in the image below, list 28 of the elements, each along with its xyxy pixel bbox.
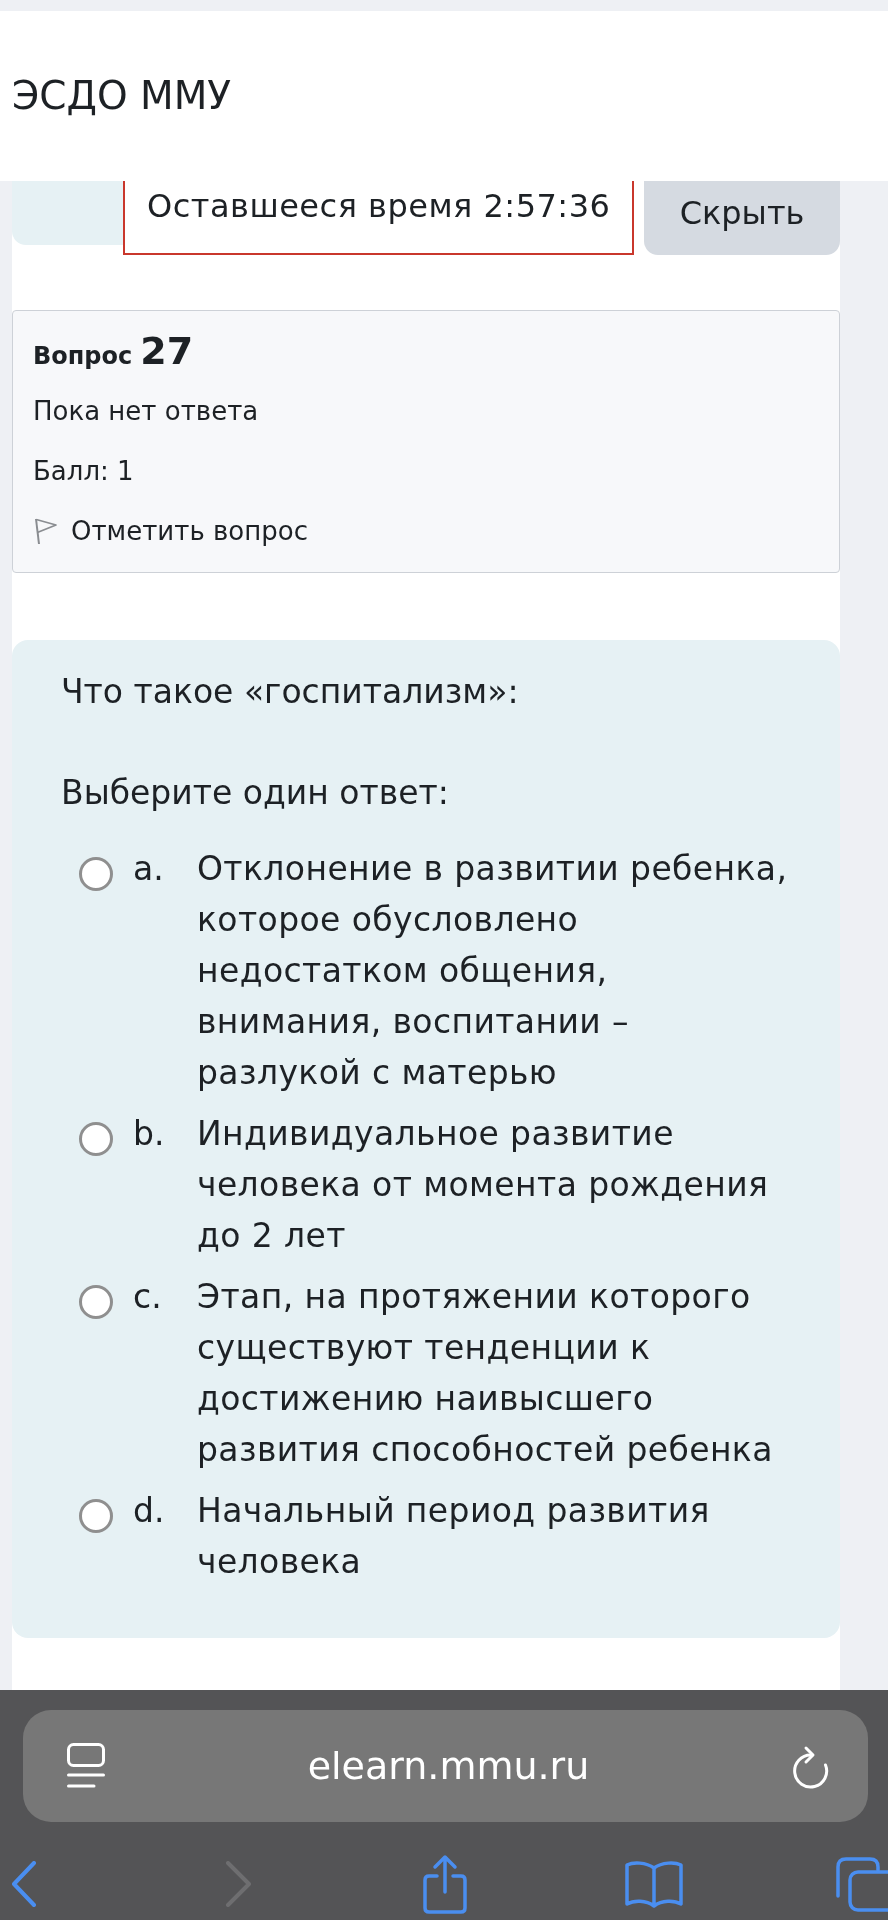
question-number: 27 [140, 328, 194, 375]
answer-option-label[interactable]: Индивидуальное развитие человека от момента рождения до 2 лет [197, 1108, 802, 1261]
answer-prompt: Выберите один ответ: [61, 773, 450, 813]
option-letter: b. [133, 1113, 166, 1155]
option-letter: c. [133, 1276, 163, 1318]
reader-icon[interactable] [67, 1743, 105, 1789]
address-bar[interactable]: elearn.mmu.ru [23, 1710, 868, 1822]
answer-status: Пока нет ответа [33, 396, 259, 426]
answer-option-label[interactable]: Начальный период развития человека [197, 1485, 802, 1587]
radio-button[interactable] [79, 1285, 113, 1319]
tabs-icon[interactable] [834, 1856, 888, 1912]
share-icon[interactable] [420, 1854, 470, 1914]
answer-option-label[interactable]: Отклонение в развитии ребенка, которое обусловлено недостатком общения, внимания, воспитании – разлукой с матерью [197, 843, 802, 1098]
back-icon[interactable] [11, 1861, 37, 1907]
hide-button[interactable]: Скрыть [644, 181, 840, 255]
option-letter: a. [133, 848, 165, 890]
radio-button[interactable] [79, 1122, 113, 1156]
radio-button[interactable] [79, 857, 113, 891]
option-letter: d. [133, 1490, 166, 1532]
question-label: Вопрос [33, 341, 133, 372]
radio-button[interactable] [79, 1499, 113, 1533]
answer-option-label[interactable]: Этап, на протяжении которого существуют тенденции к достижению наивысшего развития способностей ребенка [197, 1271, 802, 1475]
countdown-timer: Оставшееся время 2:57:36 [123, 181, 634, 255]
flag-question-link[interactable]: Отметить вопрос [33, 516, 308, 546]
score-text: Балл: 1 [33, 456, 134, 486]
book-icon[interactable] [624, 1859, 684, 1909]
site-title[interactable]: ЭСДО ММУ [12, 72, 232, 120]
question-text: Что такое «госпитализм»: [61, 672, 520, 712]
